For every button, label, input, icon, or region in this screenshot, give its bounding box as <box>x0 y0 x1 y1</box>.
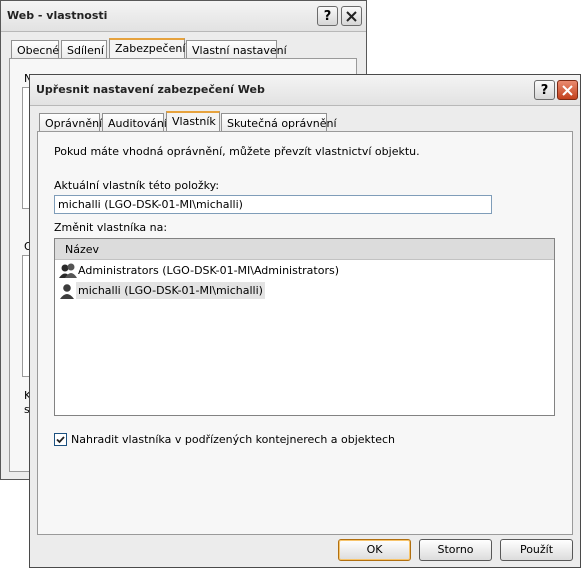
replace-owner-label[interactable]: Nahradit vlastníka v podřízených kontejn… <box>71 433 395 446</box>
info-text: Pokud máte vhodná oprávnění, můžete přev… <box>54 145 420 158</box>
owner-tab-panel: Pokud máte vhodná oprávnění, můžete přev… <box>37 131 573 535</box>
owner-list[interactable]: Název Administrators (LGO-DSK-01-MI\Admi… <box>54 238 555 416</box>
help-button[interactable]: ? <box>317 6 338 26</box>
list-item[interactable]: Administrators (LGO-DSK-01-MI\Administra… <box>57 262 339 280</box>
tab-auditovani[interactable]: Auditování <box>102 113 167 132</box>
dialog-titlebar[interactable]: Upřesnit nastavení zabezpečení Web ? <box>30 75 580 106</box>
tab-zabezpeceni[interactable]: Zabezpečení <box>109 38 185 59</box>
cancel-button[interactable]: Storno <box>419 539 492 561</box>
ok-button[interactable]: OK <box>338 539 411 561</box>
close-icon <box>562 84 573 96</box>
help-icon: ? <box>540 82 549 98</box>
back-window-titlebar[interactable]: Web - vlastnosti ? <box>1 1 366 32</box>
close-button[interactable] <box>341 6 362 26</box>
dialog-body: Oprávnění Auditování Vlastník Skutečná o… <box>30 106 580 567</box>
tab-skutecna-opravneni[interactable]: Skutečná oprávnění <box>221 113 337 132</box>
help-icon: ? <box>323 8 332 24</box>
user-group-icon <box>59 263 77 278</box>
owner-name: Administrators (LGO-DSK-01-MI\Administra… <box>78 264 339 277</box>
list-header[interactable]: Název <box>55 239 554 260</box>
list-item[interactable]: michalli (LGO-DSK-01-MI\michalli) <box>57 282 317 300</box>
help-button[interactable]: ? <box>534 80 555 100</box>
tab-obecne[interactable]: Obecné <box>11 40 59 59</box>
user-icon <box>60 284 74 299</box>
owner-name-selected: michalli (LGO-DSK-01-MI\michalli) <box>76 282 265 299</box>
replace-owner-checkbox[interactable] <box>54 433 67 446</box>
apply-button[interactable]: Použít <box>500 539 573 561</box>
advanced-security-dialog: Upřesnit nastavení zabezpečení Web ? Opr… <box>29 74 581 568</box>
dialog-title: Upřesnit nastavení zabezpečení Web <box>36 83 265 96</box>
tab-vlastnik[interactable]: Vlastník <box>166 111 220 132</box>
current-owner-value: michalli (LGO-DSK-01-MI\michalli) <box>58 198 243 211</box>
change-owner-label: Změnit vlastníka na: <box>54 221 168 234</box>
tab-sdileni[interactable]: Sdílení <box>61 40 107 59</box>
tab-opravneni[interactable]: Oprávnění <box>39 113 102 132</box>
close-icon <box>346 10 357 22</box>
current-owner-field[interactable]: michalli (LGO-DSK-01-MI\michalli) <box>54 195 492 214</box>
list-header-name: Název <box>65 243 100 256</box>
close-button[interactable] <box>557 80 578 100</box>
tab-vlastni-nastaveni[interactable]: Vlastní nastavení <box>186 40 287 59</box>
checkmark-icon <box>56 436 65 444</box>
back-window-title: Web - vlastnosti <box>7 9 108 22</box>
current-owner-label: Aktuální vlastník této položky: <box>54 179 220 192</box>
